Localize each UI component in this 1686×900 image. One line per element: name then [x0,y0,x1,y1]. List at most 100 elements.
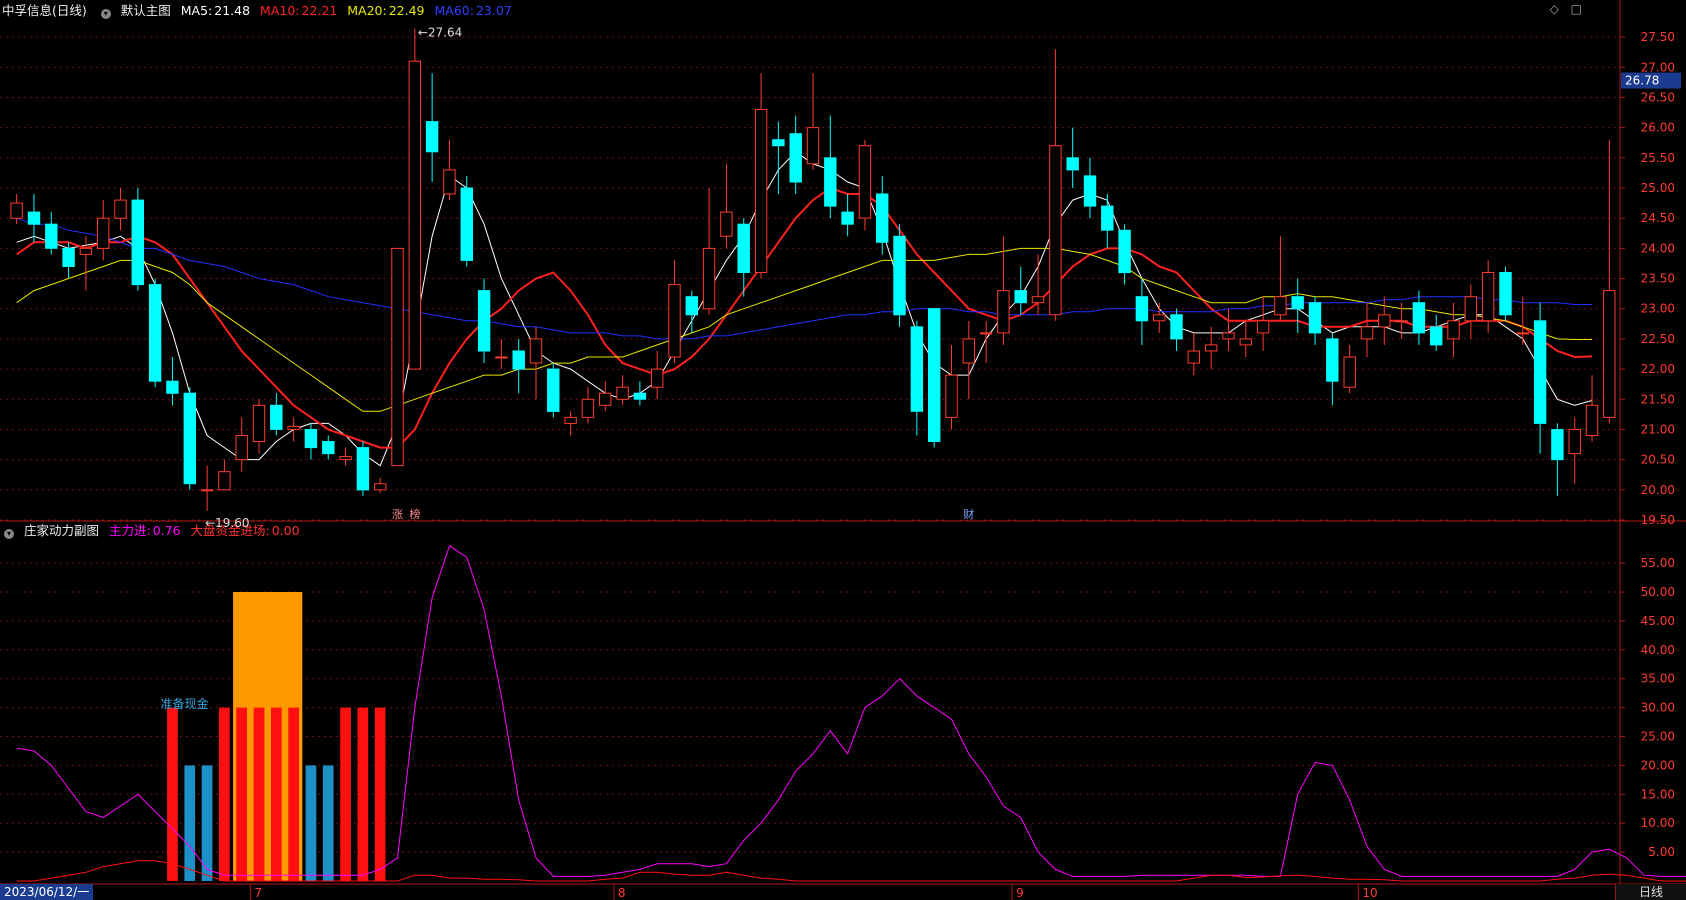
candle [962,320,975,400]
candle-body [1378,314,1391,328]
candle-body [183,392,197,485]
candle-body [997,290,1010,334]
candle-body [287,425,300,430]
candle [824,115,837,219]
candle-body [304,429,318,449]
signal-bar [288,707,299,881]
candle-body [668,284,681,358]
candle [252,399,266,454]
main-y-tick-label: 23.00 [1641,302,1675,316]
candle-body [339,456,352,461]
candle-body [322,441,335,455]
sub-y-tick-label: 25.00 [1641,730,1675,744]
candle [876,175,889,255]
candle [148,278,162,388]
event-mark: 财 [963,507,974,521]
month-label: 7 [254,886,262,900]
candle [460,175,474,267]
main-y-tick-label: 27.00 [1641,60,1675,74]
candle [945,344,958,430]
signal-bar [340,707,351,881]
sub-y-tick-label: 55.00 [1641,556,1675,570]
candle [564,411,577,436]
sub-y-tick-label: 30.00 [1641,701,1675,715]
timeframe-button[interactable]: 日线 [1615,884,1686,900]
chart-canvas[interactable]: 27.50 27.00 26.50 26.00 25.50 25.00 24.50 24.00… [0,0,1686,900]
candle-body [841,211,854,225]
candle [1464,284,1477,339]
candle [495,338,508,370]
candle-body [1014,290,1027,304]
candle [339,447,352,466]
candle-body [512,350,525,370]
candle [166,357,179,406]
candle-body [460,187,474,261]
candle [1343,344,1356,394]
candle [841,194,854,237]
candle-body [979,332,993,335]
candle-body [495,356,508,359]
signal-bar [271,707,282,881]
candle-body [1395,320,1408,323]
candle [425,73,439,182]
main-y-tick-label: 26.00 [1641,121,1675,135]
candle-body [408,60,422,370]
candle [1430,314,1443,351]
candle [408,28,422,370]
signal-bar [253,707,265,881]
candle-body [1326,338,1339,382]
signal-bar [219,707,230,881]
candle [668,260,681,364]
candle [1326,332,1339,406]
candle-body [1533,320,1547,424]
candle-body [27,211,41,225]
candle-body [737,223,750,273]
max-price-label: ←27.64 [418,26,462,40]
candle [131,188,145,291]
candle [356,441,370,496]
candle-body [529,338,543,364]
candle [858,139,872,231]
candle-body [425,121,439,153]
main-y-tick-label: 25.00 [1641,181,1675,195]
main-y-tick-label: 22.00 [1641,362,1675,376]
candle-body [547,368,560,412]
candle-body [1291,296,1304,310]
candle [1412,290,1426,345]
candle [1256,296,1270,351]
candle-body [824,157,837,207]
candle-body [356,447,370,491]
candle [512,338,525,394]
candle [806,73,820,170]
candle-body [1101,205,1114,231]
candle [910,320,924,436]
candle-body [477,290,491,352]
candle-body [1031,296,1045,304]
candle-body [1135,296,1149,322]
candle [979,320,993,364]
candle-body [1222,332,1235,340]
candle [374,477,387,493]
candle-body [1153,314,1166,322]
sub-y-tick-label: 40.00 [1641,643,1675,657]
candle-body [702,247,716,310]
annotation-label: 准备现金 [160,696,208,711]
candle [443,139,456,201]
signal-bar [357,707,369,881]
signal-bar [305,765,317,881]
main-y-tick-label: 19.50 [1641,513,1675,527]
candle-body [1603,290,1616,418]
candle [114,188,127,231]
signal-bar [167,707,178,881]
candle [1447,302,1460,358]
candle-body [685,296,698,316]
candle [1239,320,1252,358]
candle [97,200,110,261]
candle [1378,296,1391,345]
candle-body [876,193,889,243]
candle [322,435,335,460]
month-label: 8 [618,886,626,900]
candle [928,308,941,448]
candle-body [270,404,283,430]
candle [477,278,491,364]
